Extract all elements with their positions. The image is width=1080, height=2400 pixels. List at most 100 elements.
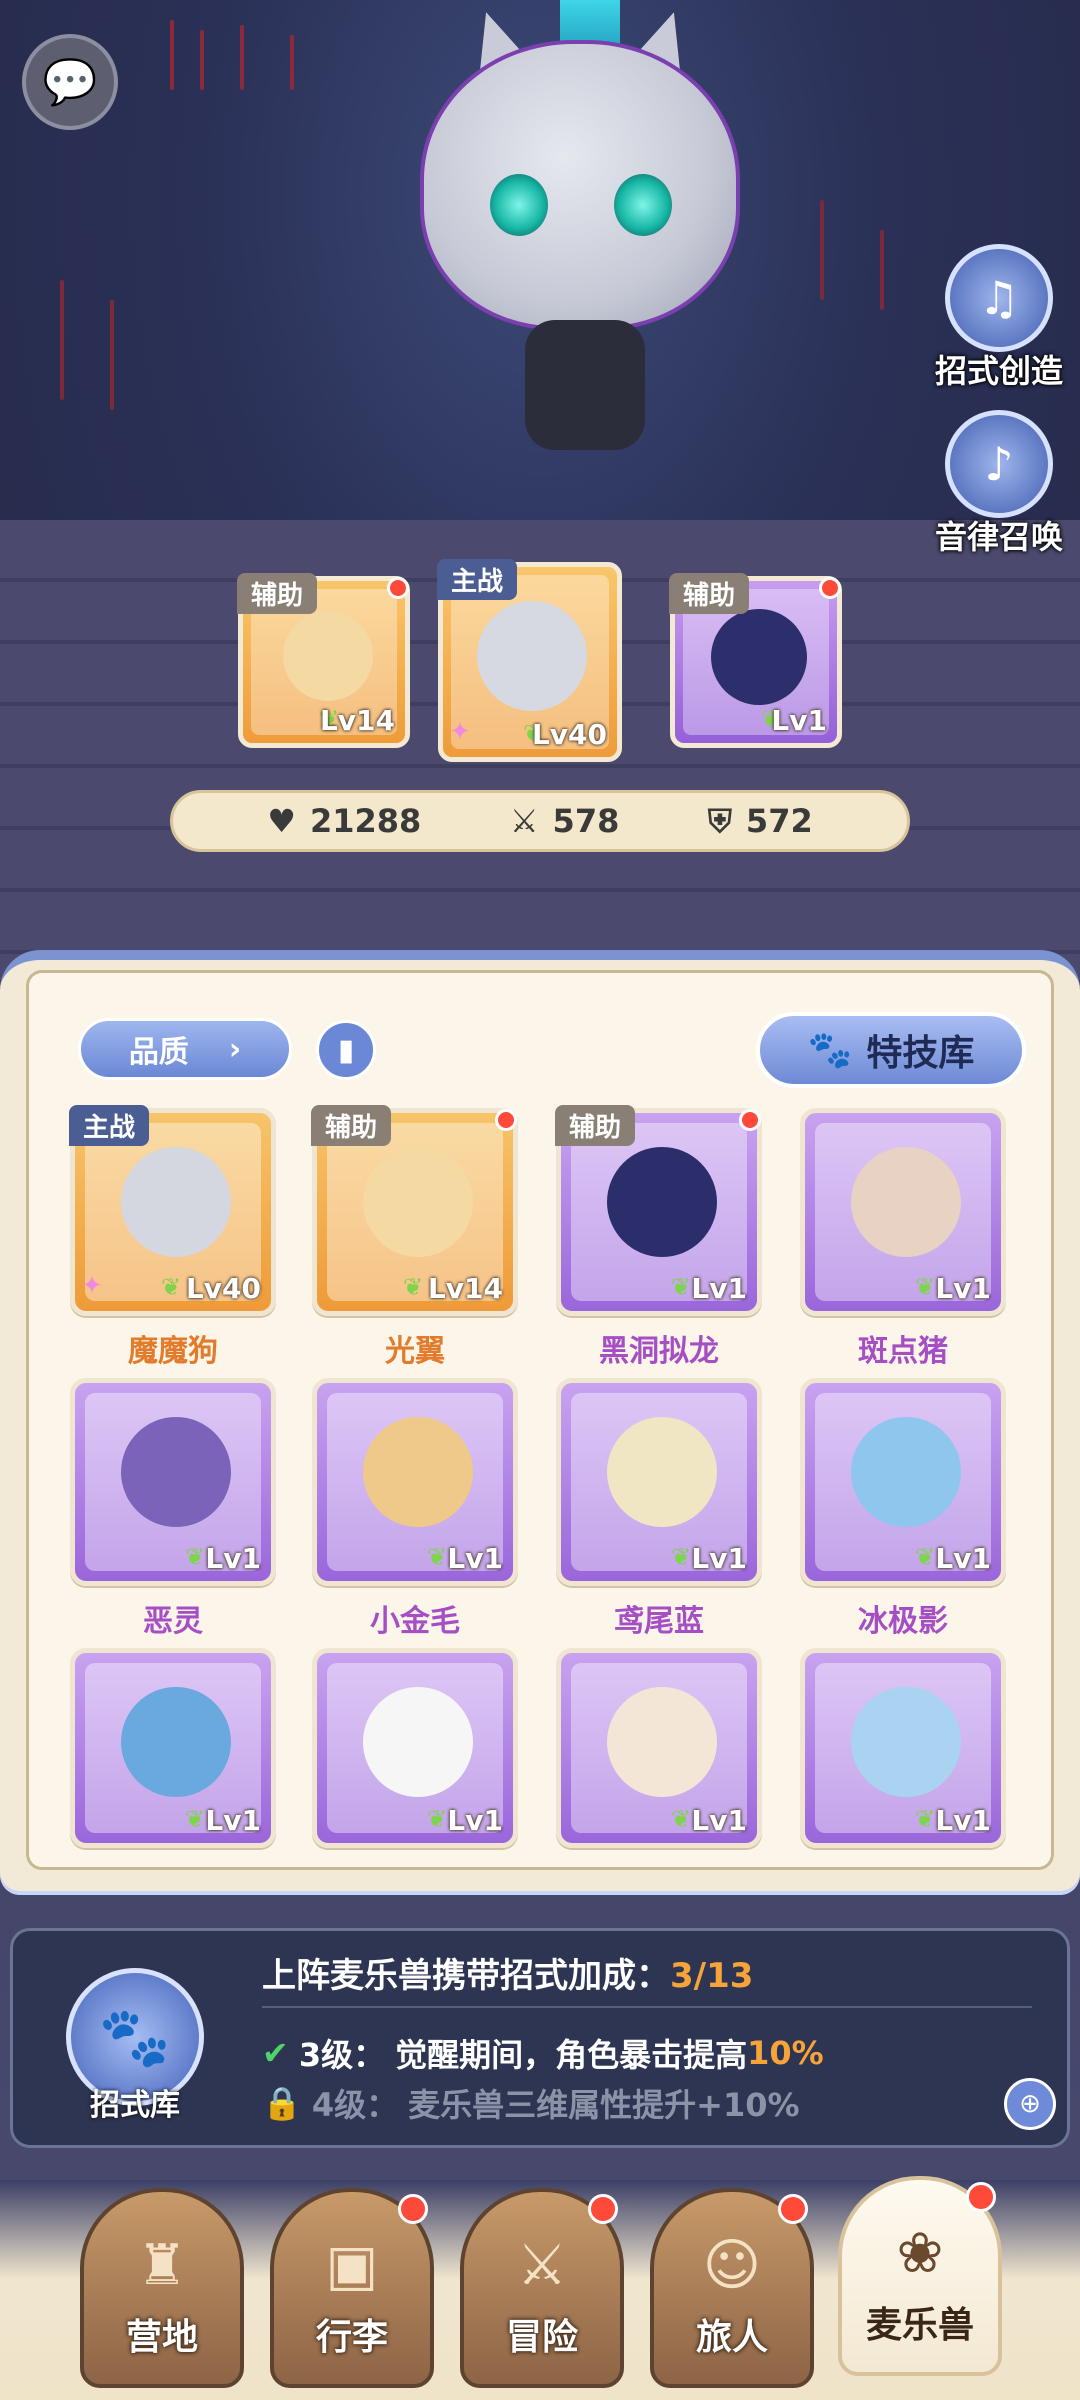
level-label: Lv1 (691, 1804, 747, 1837)
pet-eye-left (490, 174, 548, 236)
pet-card[interactable]: ❦ Lv1 (312, 1648, 518, 1848)
level-label: Lv1 (447, 1804, 503, 1837)
sprout-icon: ❦ (915, 1805, 936, 1833)
pet-card[interactable]: 辅助 ❦ Lv14 (311, 1105, 518, 1316)
chat-button[interactable]: 💬 (22, 34, 118, 130)
team-stats-bar: ♥ 21288 ⚔ 578 ⛨ 572 (170, 790, 910, 852)
level-label: Lv1 (691, 1272, 747, 1305)
rhythm-summon-button[interactable]: ♪ 音律召唤 (924, 410, 1074, 558)
magnifier-icon: ⊕ (1019, 2089, 1041, 2119)
pet-portrait (121, 1687, 231, 1797)
star-icon: ✦ (81, 1271, 103, 1301)
sprout-icon: ❦ (161, 1273, 182, 1301)
chat-bubble-icon: 💬 (42, 57, 98, 108)
nav-tab-label: 行李 (315, 2317, 388, 2358)
nav-tab-label: 麦乐兽 (865, 2305, 974, 2346)
sprout-icon: ❦ (671, 1805, 692, 1833)
codex-button[interactable]: ▮ (316, 1020, 376, 1080)
pet-name: 斑点猪 (858, 1334, 948, 1369)
crossed-swords-icon: ⚔ (509, 802, 539, 840)
pet-portrait (851, 1147, 961, 1257)
sprout-icon: ❦ (671, 1273, 692, 1301)
sprout-icon: ❦ (403, 1273, 424, 1301)
pet-name: 魔魔狗 (128, 1334, 218, 1369)
alert-dot (398, 2194, 428, 2224)
main-pet-model[interactable] (420, 40, 740, 330)
level-label: Lv1 (935, 1272, 991, 1305)
pet-name: 光翼 (385, 1334, 445, 1369)
team-slot-3[interactable]: 辅助 ❦ Lv1 (669, 573, 842, 748)
role-badge: 辅助 (669, 573, 750, 614)
paw-icon: 🐾 (98, 2002, 172, 2071)
pet-card[interactable]: ❦ Lv1 (556, 1648, 762, 1848)
team-slot-main[interactable]: 主战 ✦ ❦ Lv40 (437, 559, 622, 762)
pet-icon: ❀ (896, 2221, 944, 2286)
pet-portrait (851, 1417, 961, 1527)
nav-tab-label: 冒险 (505, 2317, 578, 2358)
pet-card[interactable]: ❦ Lv1 (800, 1648, 1006, 1848)
pet-portrait (477, 601, 587, 711)
pet-card[interactable]: ❦ Lv1 (70, 1648, 276, 1848)
bonus-level-4: 🔒 4级： 麦乐兽三维属性提升+10% (262, 2084, 800, 2124)
pet-card[interactable]: ❦ Lv1 (800, 1378, 1006, 1586)
sprout-icon: ❦ (671, 1543, 692, 1571)
level-label: Lv1 (935, 1804, 991, 1837)
nav-tab[interactable]: ▣ 行李 (270, 2188, 434, 2388)
check-icon: ✔ (262, 2034, 289, 2072)
pet-name: 鸢尾蓝 (614, 1604, 704, 1639)
pet-portrait (607, 1687, 717, 1797)
bonus-progress: 3/13 (670, 1956, 754, 1996)
chest-icon: ▣ (325, 2233, 379, 2298)
shield-icon: ⛨ (707, 801, 732, 840)
pet-card[interactable]: ❦ Lv1 (556, 1378, 762, 1586)
chevron-right-icon: › (228, 1031, 242, 1067)
level-label: Lv1 (935, 1542, 991, 1575)
rhythm-summon-label: 音律召唤 (934, 518, 1063, 556)
level-label: Lv14 (319, 704, 395, 737)
role-badge: 主战 (69, 1105, 150, 1146)
pet-card[interactable]: ❦ Lv1 (312, 1378, 518, 1586)
book-icon: ▮ (337, 1032, 355, 1068)
level-label: Lv1 (205, 1542, 261, 1575)
pet-portrait (607, 1147, 717, 1257)
level-label: Lv1 (771, 704, 827, 737)
nav-tab[interactable]: ♜ 营地 (80, 2188, 244, 2388)
skills-library-button[interactable]: 🐾 特技库 (756, 1012, 1026, 1088)
pet-card[interactable]: ❦ Lv1 (70, 1378, 276, 1586)
pet-portrait (121, 1417, 231, 1527)
pet-eye-right (614, 174, 672, 236)
move-library-label: 招式库 (90, 2088, 180, 2123)
alert-dot (739, 1109, 761, 1131)
heart-icon: ♥ (267, 802, 296, 840)
role-badge: 辅助 (555, 1105, 636, 1146)
pet-card[interactable]: ❦ Lv1 (800, 1108, 1006, 1316)
pet-card[interactable]: 辅助 ❦ Lv1 (555, 1105, 762, 1316)
lyre-icon: ♪ (945, 410, 1053, 518)
alert-dot (495, 1109, 517, 1131)
sprout-icon: ❦ (427, 1543, 448, 1571)
role-badge: 辅助 (311, 1105, 392, 1146)
attack-stat: ⚔ 578 (509, 802, 620, 840)
pet-portrait (607, 1417, 717, 1527)
pet-portrait (121, 1147, 231, 1257)
team-slot-1[interactable]: 辅助 ❦ Lv14 (237, 573, 410, 748)
quality-filter-button[interactable]: 品质 › (78, 1018, 292, 1080)
book-music-icon: ♫ (945, 244, 1053, 352)
nav-tab[interactable]: ❀ 麦乐兽 (838, 2176, 1002, 2376)
sprout-icon: ❦ (915, 1273, 936, 1301)
pet-card[interactable]: 主战 ✦ ❦ Lv40 (69, 1105, 276, 1316)
alert-dot (966, 2182, 996, 2212)
defense-stat: ⛨ 572 (707, 801, 813, 841)
zoom-button[interactable]: ⊕ (1004, 2078, 1056, 2130)
level-label: Lv1 (691, 1542, 747, 1575)
level-label: Lv1 (447, 1542, 503, 1575)
sprout-icon: ❦ (915, 1543, 936, 1571)
pet-portrait (363, 1147, 473, 1257)
nav-tab[interactable]: ☺ 旅人 (650, 2188, 814, 2388)
hp-stat: ♥ 21288 (267, 802, 422, 840)
role-badge: 主战 (437, 559, 518, 600)
move-create-button[interactable]: ♫ 招式创造 (924, 244, 1074, 392)
skills-library-label: 特技库 (866, 1033, 975, 1074)
nav-tab[interactable]: ⚔ 冒险 (460, 2188, 624, 2388)
level-label: Lv1 (205, 1804, 261, 1837)
